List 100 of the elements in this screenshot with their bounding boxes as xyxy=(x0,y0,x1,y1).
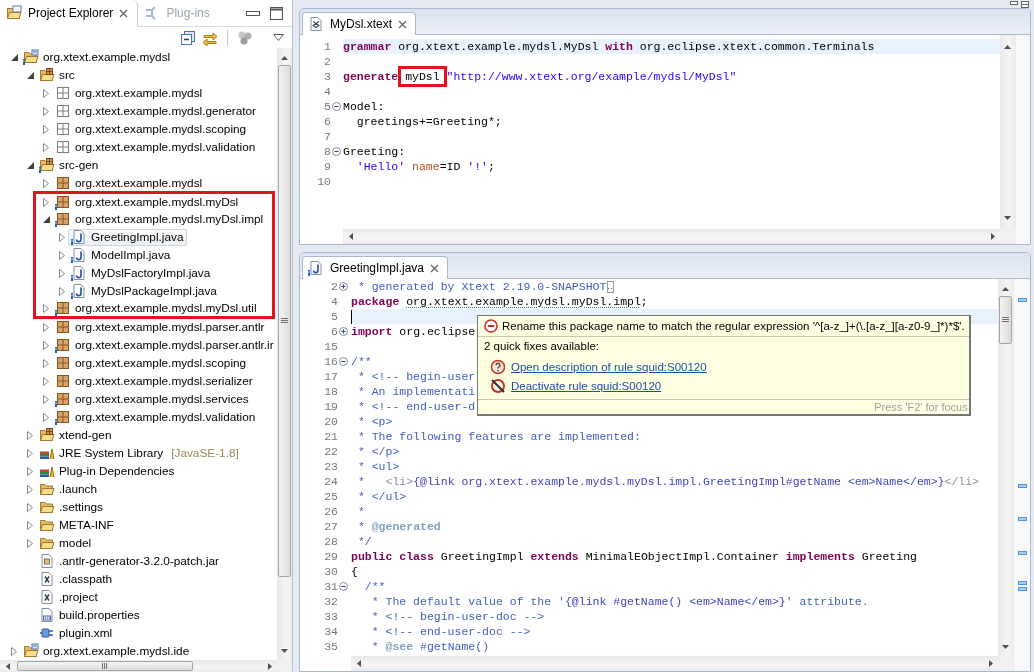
overview-marker-icon[interactable] xyxy=(1018,517,1027,521)
fold-plus-icon[interactable] xyxy=(338,282,348,291)
tree-item[interactable]: JRE System Library [JavaSE-1.8] xyxy=(36,446,243,460)
tree-item[interactable]: .launch xyxy=(36,482,102,496)
collapsed-arrow-icon[interactable] xyxy=(59,268,65,278)
tree-item[interactable]: org.xtext.example.mydsl.myDsl xyxy=(52,195,243,209)
collapsed-arrow-icon[interactable] xyxy=(43,88,49,98)
overview-marker-icon[interactable] xyxy=(1018,484,1027,488)
scroll-down-arrow-icon[interactable] xyxy=(1004,215,1011,220)
collapsed-arrow-icon[interactable] xyxy=(27,466,33,476)
collapsed-arrow-icon[interactable] xyxy=(59,232,65,242)
tree-item[interactable]: Plug-in Dependencies xyxy=(36,464,179,478)
scroll-left-arrow-icon[interactable] xyxy=(348,233,353,240)
scroll-left-arrow-icon[interactable] xyxy=(5,662,10,670)
minimize-icon[interactable] xyxy=(246,10,260,16)
tree-item[interactable]: GreetingImpl.java xyxy=(68,228,188,246)
tree-item[interactable]: .settings xyxy=(36,500,107,514)
collapsed-arrow-icon[interactable] xyxy=(27,484,33,494)
collapsed-arrow-icon[interactable] xyxy=(59,286,65,296)
folded-code-icon[interactable] xyxy=(607,280,615,293)
collapsed-arrow-icon[interactable] xyxy=(43,322,49,332)
quick-fix-link[interactable]: Deactivate rule squid:S00120 xyxy=(511,379,662,392)
tree-item[interactable]: .classpath xyxy=(36,572,117,586)
editor-tab[interactable]: GreetingImpl.java xyxy=(302,256,449,279)
collapsed-arrow-icon[interactable] xyxy=(27,520,33,530)
scroll-right-arrow-icon[interactable] xyxy=(988,660,993,667)
quick-fix-link[interactable]: Open description of rule squid:S00120 xyxy=(511,360,707,373)
tree-item[interactable]: org.xtext.example.mydsl.myDsl.impl xyxy=(52,212,268,226)
collapsed-arrow-icon[interactable] xyxy=(27,430,33,440)
tree-item[interactable]: build.properties xyxy=(36,608,144,622)
close-icon[interactable] xyxy=(430,263,440,273)
close-icon[interactable] xyxy=(398,19,407,29)
tree-item[interactable]: org.xtext.example.mydsl xyxy=(52,86,207,100)
view-menu-icon[interactable] xyxy=(273,34,284,41)
tree-item[interactable]: org.xtext.example.mydsl.parser.antlr.ir xyxy=(52,338,277,352)
collapsed-arrow-icon[interactable] xyxy=(43,142,49,152)
collapsed-arrow-icon[interactable] xyxy=(27,502,33,512)
collapsed-arrow-icon[interactable] xyxy=(43,340,49,350)
collapsed-arrow-icon[interactable] xyxy=(11,646,17,656)
maximize-icon[interactable] xyxy=(270,6,283,20)
scroll-right-arrow-icon[interactable] xyxy=(990,233,995,240)
tree-item[interactable]: model xyxy=(36,536,96,550)
collapsed-arrow-icon[interactable] xyxy=(43,106,49,116)
minimize-icon[interactable] xyxy=(1010,1,1018,6)
tree-item[interactable]: org.xtext.example.mydsl xyxy=(20,50,175,64)
tree-item[interactable]: MyDslPackageImpl.java xyxy=(68,284,221,298)
overview-marker-icon[interactable] xyxy=(1018,581,1027,585)
scroll-up-arrow-icon[interactable] xyxy=(281,55,288,60)
tree-item[interactable]: org.xtext.example.mydsl.serializer xyxy=(52,374,257,388)
tree-item[interactable]: org.xtext.example.mydsl.ide xyxy=(20,644,194,658)
tree-item[interactable]: .antlr-generator-3.2.0-patch.jar xyxy=(36,554,223,568)
collapsed-arrow-icon[interactable] xyxy=(27,448,33,458)
tree-item[interactable]: plugin.xml xyxy=(36,626,117,640)
expanded-arrow-icon[interactable] xyxy=(26,71,34,79)
scrollbar-thumb[interactable] xyxy=(17,661,193,671)
tree-item[interactable]: xtend-gen xyxy=(36,428,116,442)
swap-arrows-icon[interactable] xyxy=(202,29,218,46)
collapsed-arrow-icon[interactable] xyxy=(27,538,33,548)
scroll-left-arrow-icon[interactable] xyxy=(356,660,361,667)
scroll-up-arrow-icon[interactable] xyxy=(1004,44,1011,49)
scrollbar-thumb[interactable] xyxy=(278,65,291,578)
tree-item[interactable]: org.xtext.example.mydsl xyxy=(52,176,207,190)
collapsed-arrow-icon[interactable] xyxy=(43,197,49,207)
circles-icon[interactable] xyxy=(237,29,253,46)
overview-marker-icon[interactable] xyxy=(1018,587,1027,591)
tree-item[interactable]: org.xtext.example.mydsl.parser.antlr xyxy=(52,320,269,334)
collapsed-arrow-icon[interactable] xyxy=(43,412,49,422)
fold-minus-icon[interactable] xyxy=(338,582,348,591)
tree-item[interactable]: org.xtext.example.mydsl.validation xyxy=(52,140,260,154)
tree-item[interactable]: src xyxy=(36,68,79,82)
collapsed-arrow-icon[interactable] xyxy=(43,394,49,404)
tree-item[interactable]: ModelImpl.java xyxy=(68,248,175,262)
tree-item[interactable]: org.xtext.example.mydsl.validation xyxy=(52,410,260,424)
fold-plus-icon[interactable] xyxy=(338,327,348,336)
tree-item[interactable]: org.xtext.example.mydsl.generator xyxy=(52,104,260,118)
collapsed-arrow-icon[interactable] xyxy=(43,178,49,188)
scroll-down-arrow-icon[interactable] xyxy=(281,648,288,653)
tree-item[interactable]: META-INF xyxy=(36,518,118,532)
tree-item[interactable]: .project xyxy=(36,590,102,604)
tree-item[interactable]: MyDslFactoryImpl.java xyxy=(68,266,215,280)
tree-item[interactable]: org.xtext.example.mydsl.myDsl.util xyxy=(52,301,261,315)
overview-marker-icon[interactable] xyxy=(1018,298,1027,302)
expanded-arrow-icon[interactable] xyxy=(10,53,18,61)
expanded-arrow-icon[interactable] xyxy=(42,215,50,223)
scroll-up-arrow-icon[interactable] xyxy=(1002,286,1009,291)
collapsed-arrow-icon[interactable] xyxy=(43,358,49,368)
editor-tab[interactable]: MyDsl.xtext xyxy=(302,12,416,35)
collapsed-arrow-icon[interactable] xyxy=(59,250,65,260)
expanded-arrow-icon[interactable] xyxy=(26,161,34,169)
maximize-icon[interactable] xyxy=(1021,1,1029,8)
scrollbar-thumb[interactable] xyxy=(999,296,1012,344)
tree-item[interactable]: src-gen xyxy=(36,158,103,172)
fold-minus-icon[interactable] xyxy=(331,102,341,111)
fold-minus-icon[interactable] xyxy=(331,147,341,156)
tree-item[interactable]: org.xtext.example.mydsl.scoping xyxy=(52,356,251,370)
fold-minus-icon[interactable] xyxy=(338,357,348,366)
collapsed-arrow-icon[interactable] xyxy=(43,124,49,134)
tree-item[interactable]: org.xtext.example.mydsl.services xyxy=(52,392,253,406)
overview-marker-icon[interactable] xyxy=(1018,551,1027,555)
tree-item[interactable]: org.xtext.example.mydsl.scoping xyxy=(52,122,251,136)
